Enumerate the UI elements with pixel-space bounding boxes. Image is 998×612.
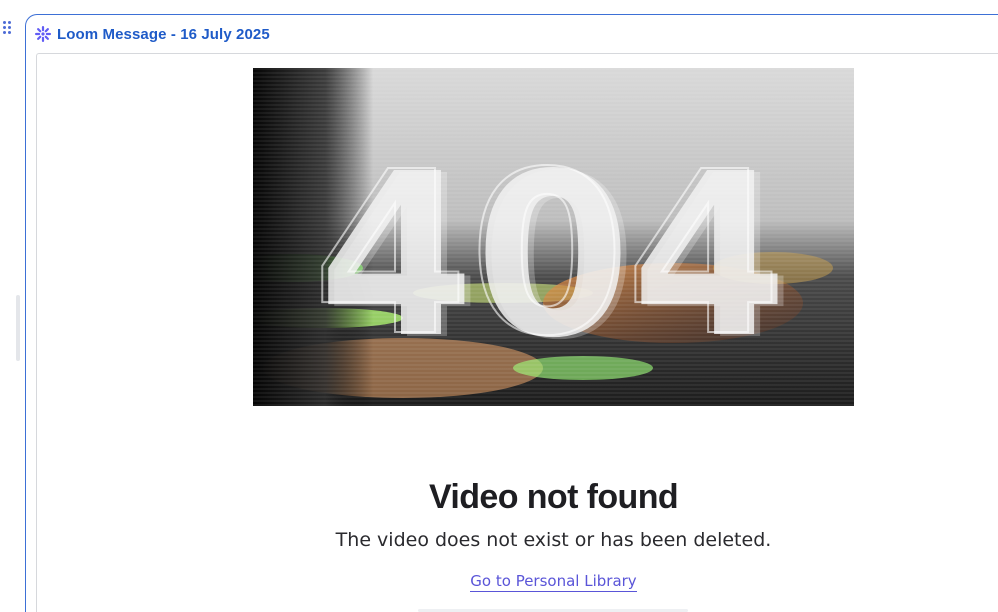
go-to-personal-library-link[interactable]: Go to Personal Library <box>470 572 637 592</box>
drag-handle-icon[interactable] <box>3 21 12 35</box>
embed-header[interactable]: Loom Message - 16 July 2025 <box>34 22 270 46</box>
left-scrollbar[interactable] <box>16 295 20 361</box>
error-404-image: 404 404 404 <box>253 68 854 406</box>
page: Loom Message - 16 July 2025 Video not fo… <box>0 0 998 612</box>
error-message: The video does not exist or has been del… <box>335 529 772 551</box>
loom-icon <box>34 25 52 43</box>
error-headline: Video not found <box>428 478 679 516</box>
library-link-wrapper: Go to Personal Library <box>253 572 854 592</box>
embed-title[interactable]: Loom Message - 16 July 2025 <box>57 26 270 43</box>
